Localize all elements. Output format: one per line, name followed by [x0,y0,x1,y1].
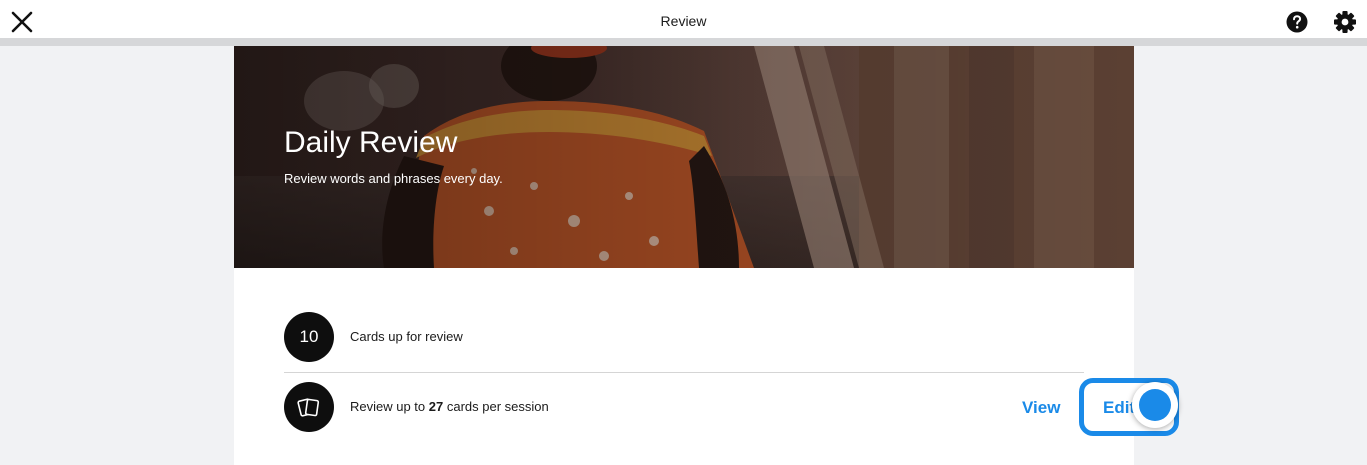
divider [284,372,1084,373]
cards-due-row: 10 Cards up for review [284,312,1084,372]
review-card: 10 Cards up for review Review up to 27 c… [234,268,1179,465]
help-icon[interactable] [1285,10,1309,34]
hero-banner: Daily Review Review words and phrases ev… [234,46,1134,268]
session-prefix: Review up to [350,399,429,414]
session-size-label: Review up to 27 cards per session [350,399,549,414]
cards-due-label: Cards up for review [350,329,463,344]
session-suffix: cards per session [443,399,549,414]
hero-title: Daily Review [284,126,458,159]
edit-toggle-knob[interactable] [1132,382,1178,428]
page-title: Review [660,13,707,29]
view-button[interactable]: View [1022,398,1060,418]
gear-icon[interactable] [1332,9,1358,35]
top-bar: Review [0,0,1367,46]
toggle-knob-dot [1139,389,1171,421]
hero-subtitle: Review words and phrases every day. [284,171,503,186]
session-count: 27 [428,399,444,414]
cards-icon [284,382,334,432]
session-size-row: Review up to 27 cards per session View E… [284,378,1179,442]
edit-label: Edit [1103,398,1136,417]
cards-due-count: 10 [284,312,334,362]
